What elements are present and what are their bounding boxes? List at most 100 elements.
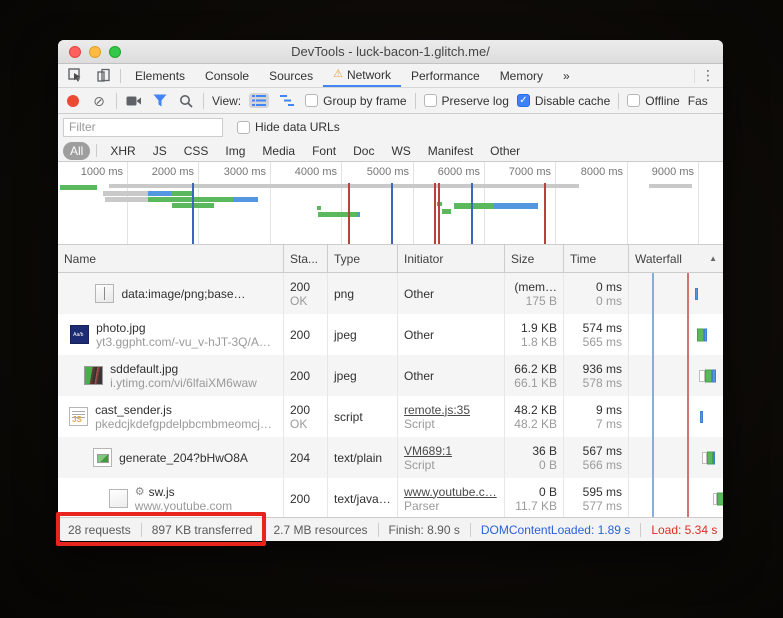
filter-input[interactable]	[63, 118, 223, 137]
group-by-frame-label: Group by frame	[323, 94, 406, 108]
device-toolbar-icon[interactable]	[94, 67, 112, 85]
column-header-time[interactable]: Time	[563, 245, 628, 272]
filter-pill-font[interactable]: Font	[305, 142, 343, 160]
search-icon[interactable]	[177, 92, 195, 110]
initiator-source: Other	[404, 328, 498, 342]
request-domain: pkedcjkdefgpdelpbcmbmeomcj…	[95, 417, 272, 431]
filter-pill-all[interactable]: All	[63, 142, 90, 160]
disable-cache-checkbox[interactable]: ✓ Disable cache	[517, 94, 610, 108]
offline-checkbox[interactable]: Offline	[627, 94, 679, 108]
close-window-button[interactable]	[69, 46, 81, 58]
sort-ascending-icon[interactable]: ▲	[709, 254, 717, 263]
tab-elements[interactable]: Elements	[125, 64, 195, 87]
view-waterfall-button[interactable]	[277, 93, 297, 108]
tab-sources[interactable]: Sources	[259, 64, 323, 87]
overview-bar-blue	[233, 197, 258, 202]
group-by-frame-checkbox[interactable]: Group by frame	[305, 94, 406, 108]
status-text: OK	[290, 294, 321, 308]
preserve-log-label: Preserve log	[442, 94, 509, 108]
column-header-initiator[interactable]: Initiator	[397, 245, 504, 272]
filter-pill-css[interactable]: CSS	[177, 142, 216, 160]
initiator-source[interactable]: remote.js:35	[404, 403, 498, 417]
checkbox[interactable]	[305, 94, 318, 107]
preserve-log-checkbox[interactable]: Preserve log	[424, 94, 509, 108]
column-header-name[interactable]: Name	[58, 245, 283, 272]
checkbox[interactable]	[627, 94, 640, 107]
transfer-size: 66.2 KB	[514, 362, 557, 376]
clear-button[interactable]: ⊘	[90, 92, 108, 110]
request-type: script	[334, 410, 391, 424]
overview-gridline	[341, 162, 342, 244]
tab-[interactable]: »	[553, 64, 580, 87]
column-header-waterfall[interactable]: Waterfall▲	[628, 245, 723, 272]
request-name: photo.jpg	[96, 321, 145, 335]
resource-size: 48.2 KB	[514, 417, 557, 431]
inspect-element-icon[interactable]	[66, 67, 84, 85]
tab-network[interactable]: ⚠Network	[323, 64, 401, 87]
request-row-6[interactable]: ⚙sw.jswww.youtube.com200text/java…www.yo…	[58, 478, 723, 517]
tab-memory[interactable]: Memory	[490, 64, 553, 87]
status-code: 200	[290, 280, 321, 294]
column-header-label: Initiator	[404, 252, 443, 266]
request-row-2[interactable]: photo.jpgyt3.ggpht.com/-vu_v-hJT-3Q/A…20…	[58, 314, 723, 355]
load-event-line	[438, 183, 440, 244]
initiator-kind: Parser	[404, 499, 498, 513]
domcontentloaded-line	[391, 183, 393, 244]
tab-performance[interactable]: Performance	[401, 64, 490, 87]
overview-tick-label: 9000 ms	[652, 166, 694, 178]
filter-pill-ws[interactable]: WS	[384, 142, 417, 160]
status-code: 200	[290, 403, 321, 417]
transfer-size: 0 B	[539, 485, 557, 499]
filter-pill-doc[interactable]: Doc	[346, 142, 381, 160]
disable-cache-label: Disable cache	[535, 94, 610, 108]
filter-funnel-icon[interactable]	[151, 92, 169, 110]
screenshot-camera-icon[interactable]	[125, 92, 143, 110]
request-row-5[interactable]: generate_204?bHwO8A204text/plainVM689:1S…	[58, 437, 723, 478]
column-header-sta[interactable]: Sta...	[283, 245, 327, 272]
overview-bar-green	[454, 203, 494, 209]
record-button[interactable]	[64, 92, 82, 110]
zoom-window-button[interactable]	[109, 46, 121, 58]
checkbox-checked[interactable]: ✓	[517, 94, 530, 107]
filter-pill-js[interactable]: JS	[146, 142, 174, 160]
hide-data-urls-checkbox[interactable]: Hide data URLs	[237, 120, 340, 134]
load-event-line	[434, 183, 436, 244]
tab-label: Console	[205, 69, 249, 83]
request-row-1[interactable]: data:image/png;base…200OKpngOther(mem…17…	[58, 273, 723, 314]
throttling-select[interactable]: Fas	[688, 94, 708, 108]
request-row-4[interactable]: cast_sender.jspkedcjkdefgpdelpbcmbmeomcj…	[58, 396, 723, 437]
initiator-source[interactable]: www.youtube.c…	[404, 485, 498, 499]
request-type: text/java…	[334, 492, 391, 506]
tab-console[interactable]: Console	[195, 64, 259, 87]
request-name: generate_204?bHwO8A	[119, 451, 248, 465]
status-code: 204	[290, 451, 321, 465]
resource-size: 66.1 KB	[514, 376, 557, 390]
overview-tick-label: 8000 ms	[581, 166, 623, 178]
overview-bar-green	[171, 191, 192, 196]
initiator-source[interactable]: VM689:1	[404, 444, 498, 458]
summary-item-0: 28 requests	[68, 523, 131, 537]
divider	[116, 93, 117, 109]
filter-pill-other[interactable]: Other	[483, 142, 527, 160]
load-event-line	[544, 183, 546, 244]
overview-bar-blue	[494, 203, 538, 209]
minimize-window-button[interactable]	[89, 46, 101, 58]
checkbox[interactable]	[424, 94, 437, 107]
filter-pill-media[interactable]: Media	[255, 142, 302, 160]
column-header-size[interactable]: Size	[504, 245, 563, 272]
resource-size: 0 B	[539, 458, 557, 472]
checkbox[interactable]	[237, 121, 250, 134]
filter-pill-manifest[interactable]: Manifest	[421, 142, 480, 160]
warning-icon: ⚠	[333, 69, 343, 80]
image-photo-icon	[70, 325, 89, 344]
view-list-button[interactable]	[249, 93, 269, 108]
tab-label: »	[563, 69, 570, 83]
filter-pill-img[interactable]: Img	[218, 142, 252, 160]
tab-label: Memory	[500, 69, 543, 83]
network-overview-timeline[interactable]: 1000 ms2000 ms3000 ms4000 ms5000 ms6000 …	[58, 162, 723, 245]
overview-bar-green	[318, 212, 357, 217]
column-header-type[interactable]: Type	[327, 245, 397, 272]
request-row-3[interactable]: sddefault.jpgi.ytimg.com/vi/6lfaiXM6waw2…	[58, 355, 723, 396]
filter-pill-xhr[interactable]: XHR	[103, 142, 142, 160]
more-options-icon[interactable]: ⋮	[701, 64, 715, 87]
